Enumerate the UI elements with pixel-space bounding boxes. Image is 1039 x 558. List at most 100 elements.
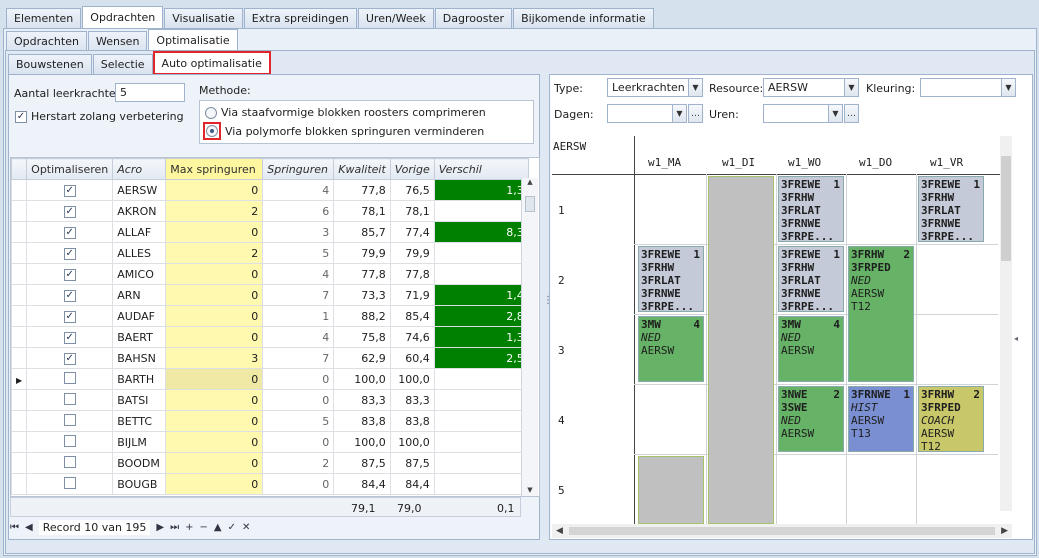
schedule-scroll-thumb-h[interactable] — [568, 527, 996, 535]
optimaliseren-checkbox[interactable]: ✓ — [63, 332, 76, 344]
resource-dropdown-icon[interactable]: ▼ — [844, 78, 859, 97]
nav-add-icon[interactable]: + — [185, 522, 193, 533]
col-springuren[interactable]: Springuren — [262, 158, 335, 180]
collapse-right-icon[interactable]: ◂ — [1014, 334, 1018, 343]
max-springuren-cell[interactable]: 0 — [165, 284, 264, 306]
col-optimaliseren[interactable]: Optimaliseren — [26, 158, 114, 180]
schedule-scrollbar-h[interactable]: ◀ ▶ — [552, 524, 1012, 538]
optimaliseren-checkbox[interactable]: ✓ — [63, 290, 76, 302]
schedule-scroll-thumb-v[interactable] — [1001, 156, 1011, 261]
lesson-block-wo-4[interactable]: 2 3NWE 3SWE NED AERSW — [778, 386, 844, 452]
resource-select[interactable]: AERSW — [763, 78, 845, 97]
max-springuren-cell[interactable]: 0 — [165, 410, 264, 432]
grid-scroll-down-icon[interactable]: ▼ — [522, 486, 538, 494]
optimaliseren-checkbox[interactable] — [63, 371, 76, 384]
optimaliseren-checkbox[interactable]: ✓ — [63, 227, 76, 239]
nav-next-icon[interactable]: ▶ — [156, 522, 164, 533]
acro-cell[interactable]: BAERT — [112, 326, 167, 348]
optimaliseren-cell[interactable] — [26, 431, 114, 453]
type-dropdown-icon[interactable]: ▼ — [688, 78, 703, 97]
optimaliseren-checkbox[interactable]: ✓ — [63, 269, 76, 281]
col-kwaliteit[interactable]: Kwaliteit — [333, 158, 391, 180]
schedule-scrollbar-v[interactable] — [1000, 136, 1012, 511]
nav-save-icon[interactable]: ✓ — [228, 522, 236, 533]
uren-select[interactable] — [763, 104, 829, 123]
optimaliseren-checkbox[interactable]: ✓ — [63, 206, 76, 218]
methode-option-2[interactable]: Via polymorfe blokken springuren vermind… — [203, 122, 484, 140]
uren-more-button[interactable]: … — [844, 104, 859, 123]
herstart-checkbox-row[interactable]: ✓ Herstart zolang verbetering — [15, 110, 184, 123]
acro-cell[interactable]: BIJLM — [112, 431, 167, 453]
tab-elementen[interactable]: Elementen — [6, 8, 82, 28]
acro-cell[interactable]: AERSW — [112, 179, 167, 201]
nav-cancel-icon[interactable]: ✕ — [242, 522, 250, 533]
optimaliseren-cell[interactable]: ✓ — [26, 284, 114, 306]
max-springuren-cell[interactable]: 0 — [165, 452, 264, 474]
table-row[interactable]: ✓ AUDAF 0 1 88,2 85,4 2,8 — [11, 305, 529, 327]
scroll-right-icon[interactable]: ▶ — [1001, 526, 1008, 536]
table-row[interactable]: ✓ ALLAF 0 3 85,7 77,4 8,3 — [11, 221, 529, 243]
table-row[interactable]: BOUGB 0 0 84,4 84,4 — [11, 473, 529, 495]
nav-last-icon[interactable]: ⏭ — [170, 522, 179, 533]
acro-cell[interactable]: ALLAF — [112, 221, 167, 243]
optimaliseren-checkbox[interactable]: ✓ — [63, 353, 76, 365]
max-springuren-cell[interactable]: 0 — [165, 431, 264, 453]
max-springuren-cell[interactable]: 0 — [165, 368, 264, 390]
lesson-block-wo-3[interactable]: 4 3MW NED AERSW — [778, 316, 844, 382]
max-springuren-cell[interactable]: 2 — [165, 200, 264, 222]
acro-cell[interactable]: BETTC — [112, 410, 167, 432]
optimaliseren-cell[interactable] — [26, 389, 114, 411]
col-verschil[interactable]: Verschil — [433, 158, 529, 180]
table-row[interactable]: BIJLM 0 0 100,0 100,0 — [11, 431, 529, 453]
optimaliseren-cell[interactable]: ✓ — [26, 263, 114, 285]
optimaliseren-checkbox[interactable]: ✓ — [63, 311, 76, 323]
optimaliseren-cell[interactable]: ✓ — [26, 242, 114, 264]
acro-cell[interactable]: AKRON — [112, 200, 167, 222]
max-springuren-cell[interactable]: 2 — [165, 242, 264, 264]
lesson-block-ma-3[interactable]: 4 3MW NED AERSW — [638, 316, 704, 382]
methode-option-1[interactable]: Via staafvormige blokken roosters compri… — [205, 106, 486, 119]
dagen-more-button[interactable]: … — [688, 104, 703, 123]
lesson-block-wo-2[interactable]: 1 3FREWE 3FRHW 3FRLAT 3FRNWE 3FRPE... — [778, 246, 844, 312]
optimaliseren-checkbox[interactable] — [63, 434, 76, 447]
optimaliseren-checkbox[interactable] — [63, 392, 76, 405]
grid-scrollbar[interactable]: ▲ ▼ — [521, 178, 538, 496]
tab-auto-optimalisatie[interactable]: Auto optimalisatie — [152, 51, 271, 75]
max-springuren-cell[interactable]: 0 — [165, 326, 264, 348]
table-row[interactable]: ✓ ARN 0 7 73,3 71,9 1,4 — [11, 284, 529, 306]
tab-dagrooster[interactable]: Dagrooster — [434, 8, 513, 28]
optimaliseren-cell[interactable]: ✓ — [26, 305, 114, 327]
table-row[interactable]: ✓ AKRON 2 6 78,1 78,1 — [11, 200, 529, 222]
kleuring-dropdown-icon[interactable]: ▼ — [1001, 78, 1016, 97]
day-header-wo[interactable]: w1_WO — [788, 156, 821, 169]
max-springuren-cell[interactable]: 0 — [165, 179, 264, 201]
lesson-block-ma-2[interactable]: 1 3FREWE 3FRHW 3FRLAT 3FRNWE 3FRPE... — [638, 246, 704, 312]
tab-sub-optimalisatie[interactable]: Optimalisatie — [148, 29, 238, 51]
tab-selectie[interactable]: Selectie — [92, 54, 153, 74]
nav-edit-icon[interactable]: ▲ — [214, 522, 222, 533]
dagen-select[interactable] — [607, 104, 673, 123]
acro-cell[interactable]: AUDAF — [112, 305, 167, 327]
max-springuren-cell[interactable]: 0 — [165, 263, 264, 285]
tab-sub-wensen[interactable]: Wensen — [87, 31, 148, 51]
day-header-do[interactable]: w1_DO — [859, 156, 892, 169]
max-springuren-cell[interactable]: 3 — [165, 347, 264, 369]
optimaliseren-checkbox[interactable] — [63, 413, 76, 426]
optimaliseren-cell[interactable]: ✓ — [26, 347, 114, 369]
scroll-left-icon[interactable]: ◀ — [556, 526, 563, 536]
type-select[interactable]: Leerkrachten — [607, 78, 689, 97]
lesson-block-wo-1[interactable]: 1 3FREWE 3FRHW 3FRLAT 3FRNWE 3FRPE... — [778, 176, 844, 242]
lesson-block-do-2[interactable]: 2 3FRHW 3FRPED NED AERSW T12 — [848, 246, 914, 382]
nav-first-icon[interactable]: ⏮ — [10, 522, 19, 533]
day-header-di[interactable]: w1_DI — [722, 156, 755, 169]
acro-cell[interactable]: BAHSN — [112, 347, 167, 369]
acro-cell[interactable]: ARN — [112, 284, 167, 306]
optimaliseren-checkbox[interactable]: ✓ — [63, 185, 76, 197]
max-springuren-cell[interactable]: 0 — [165, 389, 264, 411]
dagen-dropdown-icon[interactable]: ▼ — [672, 104, 687, 123]
table-row[interactable]: BETTC 0 5 83,8 83,8 — [11, 410, 529, 432]
kleuring-select[interactable] — [920, 78, 1002, 97]
acro-cell[interactable]: BOUGB — [112, 473, 167, 495]
col-max-springuren[interactable]: Max springuren — [165, 158, 264, 180]
lesson-block-vr-4[interactable]: 2 3FRHW 3FRPED COACH AERSW T12 — [918, 386, 984, 452]
